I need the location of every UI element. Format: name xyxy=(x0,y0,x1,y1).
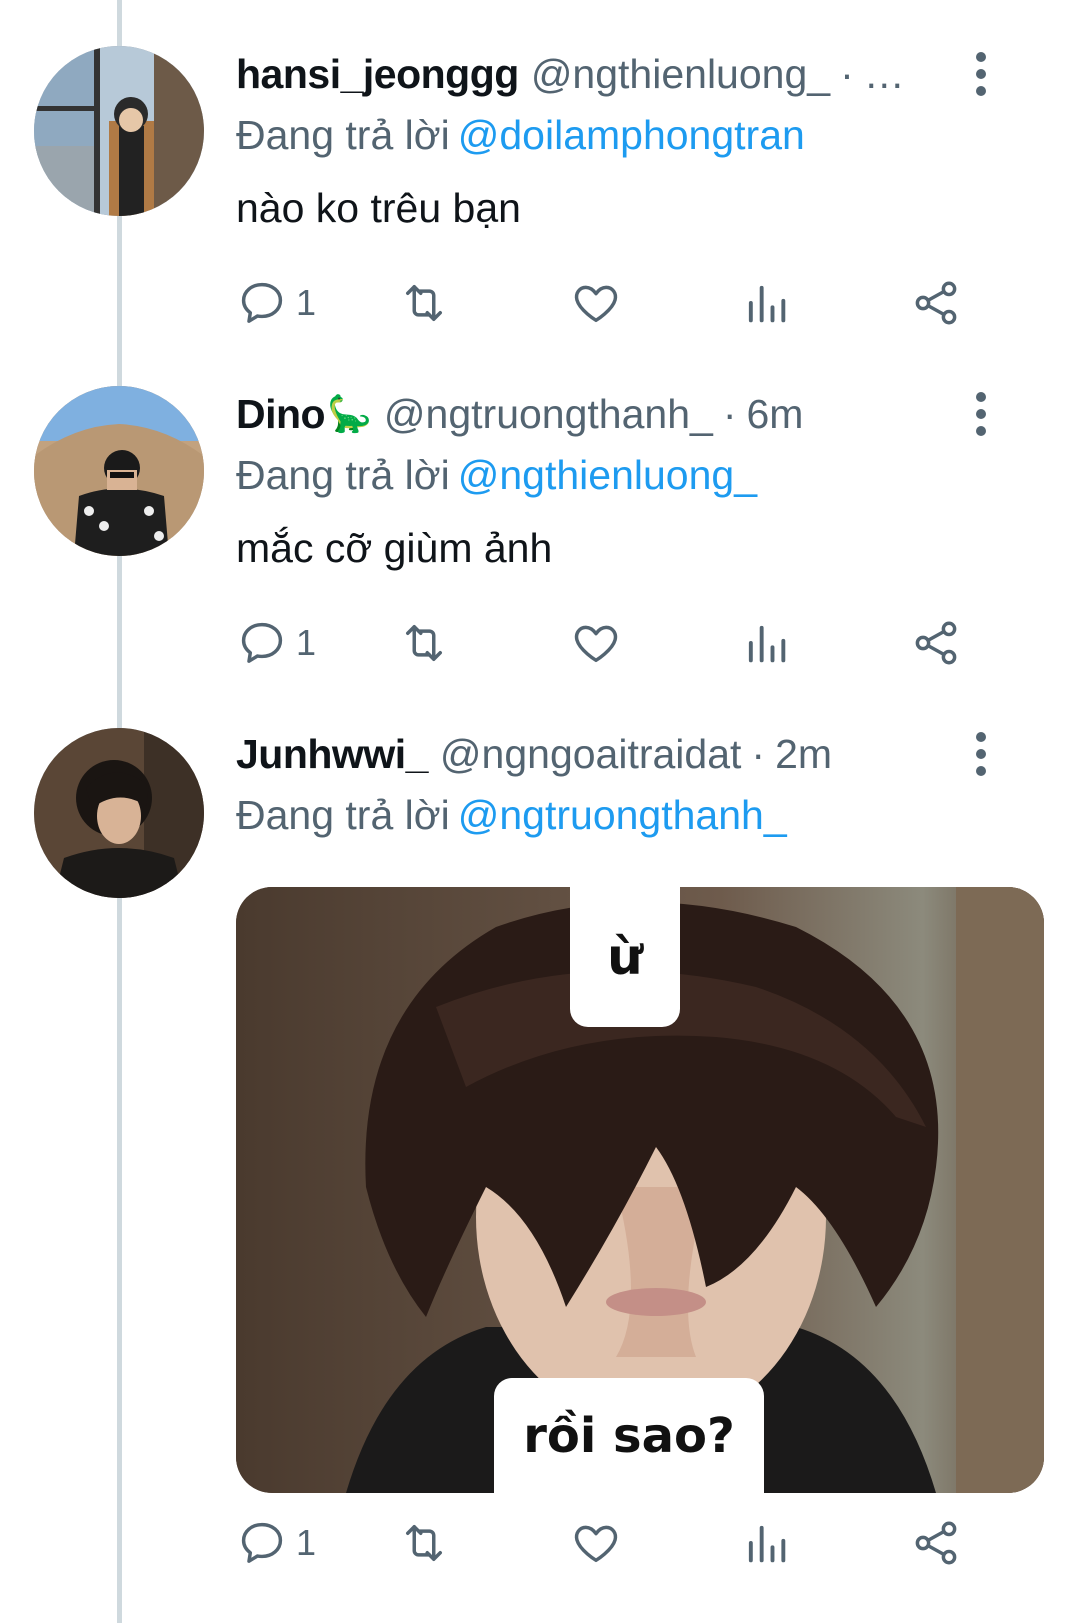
reply-button[interactable]: 1 xyxy=(236,268,316,338)
heart-icon xyxy=(574,1525,618,1563)
avatar[interactable] xyxy=(34,46,204,216)
more-options-icon[interactable] xyxy=(968,724,994,784)
tweet-text: mắc cỡ giùm ảnh xyxy=(236,525,553,571)
views-bar-chart-icon xyxy=(748,1525,786,1563)
dinosaur-emoji-icon: 🦕 xyxy=(327,393,372,434)
tweet-media-image[interactable]: ừ rồi sao? xyxy=(236,887,1044,1493)
user-handle[interactable]: @ngtruongthanh_ xyxy=(384,384,713,444)
user-handle[interactable]: @ngthienluong_ xyxy=(531,44,830,104)
replying-to-label: Đang trả lời xyxy=(236,112,450,158)
avatar[interactable] xyxy=(34,386,204,556)
avatar-image xyxy=(34,386,204,556)
retweet-button[interactable] xyxy=(398,268,450,338)
share-icon xyxy=(915,621,957,665)
reply-button[interactable]: 1 xyxy=(236,608,316,678)
retweet-button[interactable] xyxy=(398,608,450,678)
separator: · xyxy=(751,731,766,777)
display-name[interactable]: Dino xyxy=(236,384,326,444)
like-button[interactable] xyxy=(570,1508,622,1578)
retweet-button[interactable] xyxy=(398,1508,450,1578)
share-icon xyxy=(915,1521,957,1565)
replying-to-handle[interactable]: @doilamphongtran xyxy=(458,112,805,158)
action-bar: 1 xyxy=(236,1508,996,1578)
replying-to-label: Đang trả lời xyxy=(236,452,450,498)
avatar-image xyxy=(34,46,204,216)
share-button[interactable] xyxy=(910,608,962,678)
heart-icon xyxy=(574,285,618,323)
replying-to-label: Đang trả lời xyxy=(236,792,450,838)
reply-button[interactable]: 1 xyxy=(236,1508,316,1578)
like-button[interactable] xyxy=(570,268,622,338)
action-bar: 1 xyxy=(236,268,996,338)
separator: · xyxy=(840,51,854,97)
timestamp: 2m xyxy=(775,731,833,777)
reply-count: 1 xyxy=(296,622,317,663)
replying-to: Đang trả lời @doilamphongtran xyxy=(236,107,805,163)
timestamp: … xyxy=(863,51,905,97)
reply-bubble-icon xyxy=(241,1522,283,1563)
avatar-image xyxy=(34,728,204,898)
share-button[interactable] xyxy=(910,1508,962,1578)
action-bar: 1 xyxy=(236,608,996,678)
replying-to-handle[interactable]: @ngtruongthanh_ xyxy=(458,792,787,838)
reply-bubble-icon xyxy=(241,282,283,323)
reply-count: 1 xyxy=(296,282,317,323)
like-button[interactable] xyxy=(570,608,622,678)
share-icon xyxy=(915,281,957,325)
tweet-header: hansi_jeonggg @ngthienluong_ · … xyxy=(236,44,1020,104)
tweet-text: nào ko trêu bạn xyxy=(236,185,521,231)
replying-to: Đang trả lời @ngthienluong_ xyxy=(236,447,757,503)
views-bar-chart-icon xyxy=(748,285,786,323)
more-options-icon[interactable] xyxy=(968,44,994,104)
views-button[interactable] xyxy=(740,1508,792,1578)
separator: · xyxy=(722,391,737,437)
views-button[interactable] xyxy=(740,268,792,338)
retweet-icon xyxy=(406,285,442,321)
share-button[interactable] xyxy=(910,268,962,338)
display-name[interactable]: Junhwwi_ xyxy=(236,724,428,784)
replying-to: Đang trả lời @ngtruongthanh_ xyxy=(236,787,787,843)
meme-caption-bottom: rồi sao? xyxy=(494,1378,764,1493)
views-bar-chart-icon xyxy=(748,625,786,663)
replying-to-handle[interactable]: @ngthienluong_ xyxy=(458,452,757,498)
tweet-header: Junhwwi_ @ngngoaitraidat · 2m xyxy=(236,724,1020,784)
more-options-icon[interactable] xyxy=(968,384,994,444)
retweet-icon xyxy=(406,1525,442,1561)
reply-bubble-icon xyxy=(241,622,283,663)
heart-icon xyxy=(574,625,618,663)
meme-caption-top: ừ xyxy=(570,887,680,1027)
views-button[interactable] xyxy=(740,608,792,678)
display-name[interactable]: hansi_jeonggg xyxy=(236,44,519,104)
tweet-header: Dino 🦕 @ngtruongthanh_ · 6m xyxy=(236,384,1020,444)
avatar[interactable] xyxy=(34,728,204,898)
reply-count: 1 xyxy=(296,1522,317,1563)
timestamp: 6m xyxy=(746,391,804,437)
retweet-icon xyxy=(406,625,442,661)
user-handle[interactable]: @ngngoaitraidat xyxy=(440,724,742,784)
